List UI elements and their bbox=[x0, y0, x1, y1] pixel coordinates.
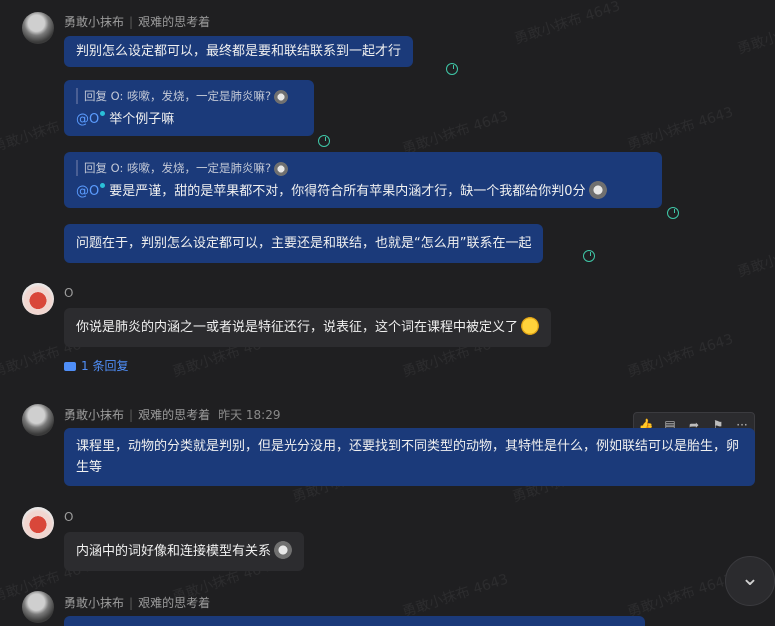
mention[interactable]: @O bbox=[76, 184, 99, 199]
message-bubble[interactable]: 问题在于，判别怎么设定都可以，主要还是和联结，也就是“怎么用”联系在一起 bbox=[64, 224, 544, 263]
channel-name: 艰难的思考着 bbox=[138, 596, 211, 610]
message-text: 举个例子嘛 bbox=[109, 112, 175, 127]
sender-name[interactable]: 勇敢小抹布 bbox=[64, 596, 124, 610]
watermark: 勇敢小抹布 4643 bbox=[512, 0, 623, 48]
reply-count: 1 条回复 bbox=[81, 359, 129, 373]
message-bubble[interactable] bbox=[64, 616, 645, 626]
cat-emoji-icon bbox=[274, 90, 289, 104]
avatar[interactable] bbox=[22, 12, 54, 44]
message-bubble[interactable]: 回复 O: 咳嗽，发烧，一定是肺炎嘛? @O 举个例子嘛 bbox=[64, 80, 314, 136]
quote-text: 回复 O: 咳嗽，发烧，一定是肺炎嘛? bbox=[84, 89, 272, 103]
message-text: 课程里，动物的分类就是判别，但是光分没用，还要找到不同类型的动物，其特性是什么，… bbox=[76, 439, 740, 475]
sender-line: 勇敢小抹布 | 艰难的思考着 bbox=[64, 596, 211, 610]
cat-emoji-icon bbox=[588, 181, 607, 199]
channel-name: 艰难的思考着 bbox=[138, 15, 211, 29]
reply-quote[interactable]: 回复 O: 咳嗽，发烧，一定是肺炎嘛? bbox=[76, 160, 650, 176]
online-dot-icon bbox=[100, 111, 106, 116]
read-check-icon bbox=[446, 63, 458, 75]
channel-name: 艰难的思考着 bbox=[138, 408, 211, 422]
read-check-icon bbox=[583, 250, 595, 262]
comment-icon bbox=[64, 362, 76, 371]
message-text: 问题在于，判别怎么设定都可以，主要还是和联结，也就是“怎么用”联系在一起 bbox=[76, 236, 532, 251]
chevron-double-down-icon: ⌄ bbox=[740, 566, 760, 591]
message-bubble[interactable]: 判别怎么设定都可以，最终都是要和联结联系到一起才行 bbox=[64, 36, 414, 67]
message-bubble[interactable]: 内涵中的词好像和连接模型有关系 bbox=[64, 532, 305, 571]
timestamp: 昨天 18:29 bbox=[218, 408, 281, 422]
avatar[interactable] bbox=[22, 283, 54, 315]
online-dot-icon bbox=[100, 183, 106, 188]
cat-emoji-icon bbox=[274, 541, 293, 559]
message-text: 要是严谨，甜的是苹果都不对，你得符合所有苹果内涵才行，缺一个我都给你判0分 bbox=[109, 184, 586, 199]
cat-emoji-icon bbox=[274, 162, 289, 176]
message-bubble[interactable]: 回复 O: 咳嗽，发烧，一定是肺炎嘛? @O 要是严谨，甜的是苹果都不对，你得符合… bbox=[64, 152, 662, 208]
avatar[interactable] bbox=[22, 507, 54, 539]
avatar[interactable] bbox=[22, 591, 54, 623]
watermark: 勇敢小抹布 4643 bbox=[625, 331, 736, 381]
reply-quote[interactable]: 回复 O: 咳嗽，发烧，一定是肺炎嘛? bbox=[76, 88, 302, 104]
message-text: 判别怎么设定都可以，最终都是要和联结联系到一起才行 bbox=[76, 44, 402, 59]
laughing-emoji-icon bbox=[521, 317, 540, 335]
sender-name[interactable]: O bbox=[64, 510, 73, 524]
sender-line: 勇敢小抹布 | 艰难的思考着 bbox=[64, 15, 211, 29]
watermark: 勇敢小抹布 4643 bbox=[735, 231, 775, 281]
watermark: 勇敢小抹布 4643 bbox=[625, 571, 736, 621]
read-check-icon bbox=[318, 135, 330, 147]
watermark: 勇敢小抹布 4643 bbox=[735, 8, 775, 58]
sender-line: 勇敢小抹布 | 艰难的思考着 昨天 18:29 bbox=[64, 408, 281, 422]
watermark: 勇敢小抹布 4643 bbox=[400, 108, 511, 158]
avatar[interactable] bbox=[22, 404, 54, 436]
quote-text: 回复 O: 咳嗽，发烧，一定是肺炎嘛? bbox=[84, 161, 272, 175]
message-text: 你说是肺炎的内涵之一或者说是特征还行，说表征，这个词在课程中被定义了 bbox=[76, 320, 519, 335]
message-text: 内涵中的词好像和连接模型有关系 bbox=[76, 544, 272, 559]
sender-name[interactable]: 勇敢小抹布 bbox=[64, 408, 124, 422]
mention[interactable]: @O bbox=[76, 112, 99, 127]
thread-replies-link[interactable]: 1 条回复 bbox=[64, 357, 128, 374]
message-bubble[interactable]: 你说是肺炎的内涵之一或者说是特征还行，说表征，这个词在课程中被定义了 bbox=[64, 308, 552, 347]
watermark: 勇敢小抹布 4643 bbox=[625, 104, 736, 154]
message-bubble[interactable]: 课程里，动物的分类就是判别，但是光分没用，还要找到不同类型的动物，其特性是什么，… bbox=[64, 428, 755, 486]
read-check-icon bbox=[667, 207, 679, 219]
sender-name[interactable]: O bbox=[64, 286, 73, 300]
scroll-to-bottom-button[interactable]: ⌄ bbox=[725, 556, 775, 606]
watermark: 勇敢小抹布 4643 bbox=[400, 571, 511, 621]
sender-name[interactable]: 勇敢小抹布 bbox=[64, 15, 124, 29]
